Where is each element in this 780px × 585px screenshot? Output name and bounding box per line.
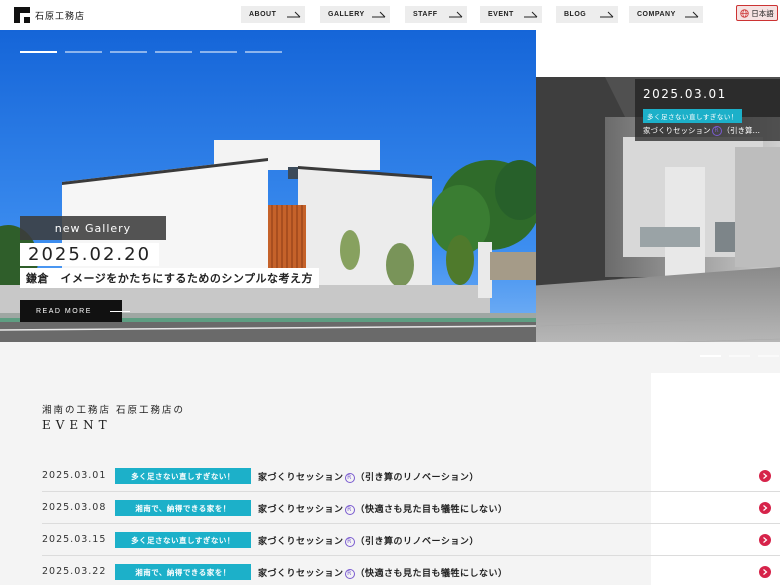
read-more-arrow-line <box>110 311 130 312</box>
read-more-button[interactable]: READ MORE <box>20 300 122 322</box>
nav-gallery[interactable]: GALLERY <box>320 6 390 23</box>
event-tag: 湘南で、納得できる家を！ <box>115 564 251 580</box>
hero-slide-dot[interactable] <box>65 51 102 53</box>
language-label: 日本語 <box>751 8 774 18</box>
arrow-right-icon <box>372 11 386 18</box>
hero-slide-dot[interactable] <box>200 51 237 53</box>
arrow-right-icon <box>449 11 463 18</box>
logo-mark-icon <box>14 7 30 23</box>
event-subheading: 湘南の工務店 石原工務店の <box>42 405 186 416</box>
event-date: 2025.03.01 <box>42 470 107 481</box>
event-title: 家づくりセッション R （引き算のリノベーション） <box>258 534 479 547</box>
hero-slide-dot[interactable] <box>155 51 192 53</box>
event-title-text: 家づくりセッション <box>258 473 344 483</box>
arrow-circle-icon[interactable] <box>759 534 771 546</box>
side-slide-dot[interactable] <box>700 355 721 357</box>
event-title-suffix: （引き算のリノベーション） <box>355 473 479 483</box>
arrow-right-icon <box>524 11 538 18</box>
arrow-circle-icon[interactable] <box>759 502 771 514</box>
side-slide-title: 家づくりセッション R （引き算… <box>643 125 760 136</box>
nav-about[interactable]: ABOUT <box>241 6 305 23</box>
nav-event[interactable]: EVENT <box>480 6 542 23</box>
side-slide-caption[interactable]: 2025.03.01 多く足さない直しすぎない！ 家づくりセッション R （引き算… <box>635 79 780 141</box>
event-tag: 湘南で、納得できる家を！ <box>115 500 251 516</box>
hero-house-photo <box>0 30 536 342</box>
nav-blog[interactable]: BLOG <box>556 6 618 23</box>
event-row[interactable]: 2025.03.22 湘南で、納得できる家を！ 家づくりセッション R （快適さも見… <box>0 556 780 585</box>
event-title-suffix: （快適さも見た目も犠牲にしない） <box>355 505 508 515</box>
nav-label: ABOUT <box>249 11 277 18</box>
hero-date: 2025.02.20 <box>20 243 160 266</box>
globe-icon <box>740 8 749 18</box>
side-slide-dot[interactable] <box>758 355 779 357</box>
event-title: 家づくりセッション R （快適さも見た目も犠牲にしない） <box>258 502 508 515</box>
hero-slide-dot[interactable] <box>20 51 57 53</box>
logo-text: 石原工務店 <box>35 11 86 22</box>
side-slide-indicators <box>700 355 779 357</box>
event-tag: 多く足さない直しすぎない！ <box>115 468 251 484</box>
side-slide-title-suffix: （引き算… <box>722 126 761 135</box>
event-title-text: 家づくりセッション <box>258 569 344 579</box>
side-slide-title-text: 家づくりセッション <box>643 126 711 135</box>
nav-staff[interactable]: STAFF <box>405 6 467 23</box>
event-tag: 多く足さない直しすぎない！ <box>115 532 251 548</box>
arrow-right-icon <box>600 11 614 18</box>
nav-label: GALLERY <box>328 11 365 18</box>
event-date: 2025.03.08 <box>42 502 107 513</box>
event-heading: EVENT <box>42 418 112 432</box>
hero-title[interactable]: 鎌倉 イメージをかたちにするためのシンプルな考え方 <box>20 268 320 288</box>
registered-mark-icon: R <box>711 126 722 136</box>
event-row[interactable]: 2025.03.08 湘南で、納得できる家を！ 家づくりセッション R （快適さも見… <box>0 492 780 524</box>
registered-mark-icon: R <box>344 537 355 547</box>
registered-mark-icon: R <box>344 569 355 579</box>
registered-mark-icon: R <box>344 505 355 515</box>
site-header: 石原工務店 ABOUT GALLERY STAFF EVENT BLOG COM… <box>0 0 780 30</box>
arrow-right-icon <box>685 11 699 18</box>
new-gallery-badge: new Gallery <box>20 216 166 240</box>
nav-label: EVENT <box>488 11 514 18</box>
event-title-suffix: （引き算のリノベーション） <box>355 537 479 547</box>
side-slide-tag: 多く足さない直しすぎない！ <box>643 109 742 123</box>
event-title: 家づくりセッション R （引き算のリノベーション） <box>258 470 479 483</box>
arrow-right-icon <box>287 11 301 18</box>
page: 石原工務店 ABOUT GALLERY STAFF EVENT BLOG COM… <box>0 0 780 585</box>
event-row[interactable]: 2025.03.01 多く足さない直しすぎない！ 家づくりセッション R （引き算の… <box>0 460 780 492</box>
hero-slide-dot[interactable] <box>245 51 282 53</box>
arrow-circle-icon[interactable] <box>759 566 771 578</box>
nav-company[interactable]: COMPANY <box>629 6 703 23</box>
nav-label: COMPANY <box>637 11 676 18</box>
event-date: 2025.03.15 <box>42 534 107 545</box>
event-row[interactable]: 2025.03.15 多く足さない直しすぎない！ 家づくりセッション R （引き算の… <box>0 524 780 556</box>
language-button[interactable]: 日本語 <box>736 5 778 21</box>
event-title-text: 家づくりセッション <box>258 537 344 547</box>
nav-label: STAFF <box>413 11 438 18</box>
logo[interactable]: 石原工務店 <box>14 7 85 23</box>
side-slide-dot[interactable] <box>729 355 750 357</box>
hero-slider[interactable]: new Gallery 2025.02.20 鎌倉 イメージをかたちにするための… <box>0 30 536 342</box>
event-date: 2025.03.22 <box>42 566 107 577</box>
event-title-text: 家づくりセッション <box>258 505 344 515</box>
nav-label: BLOG <box>564 11 587 18</box>
event-title: 家づくりセッション R （快適さも見た目も犠牲にしない） <box>258 566 508 579</box>
arrow-circle-icon[interactable] <box>759 470 771 482</box>
hero-slide-indicators <box>20 51 282 53</box>
hero-slide-dot[interactable] <box>110 51 147 53</box>
event-title-suffix: （快適さも見た目も犠牲にしない） <box>355 569 508 579</box>
side-slide-date: 2025.03.01 <box>643 87 727 101</box>
registered-mark-icon: R <box>344 473 355 483</box>
